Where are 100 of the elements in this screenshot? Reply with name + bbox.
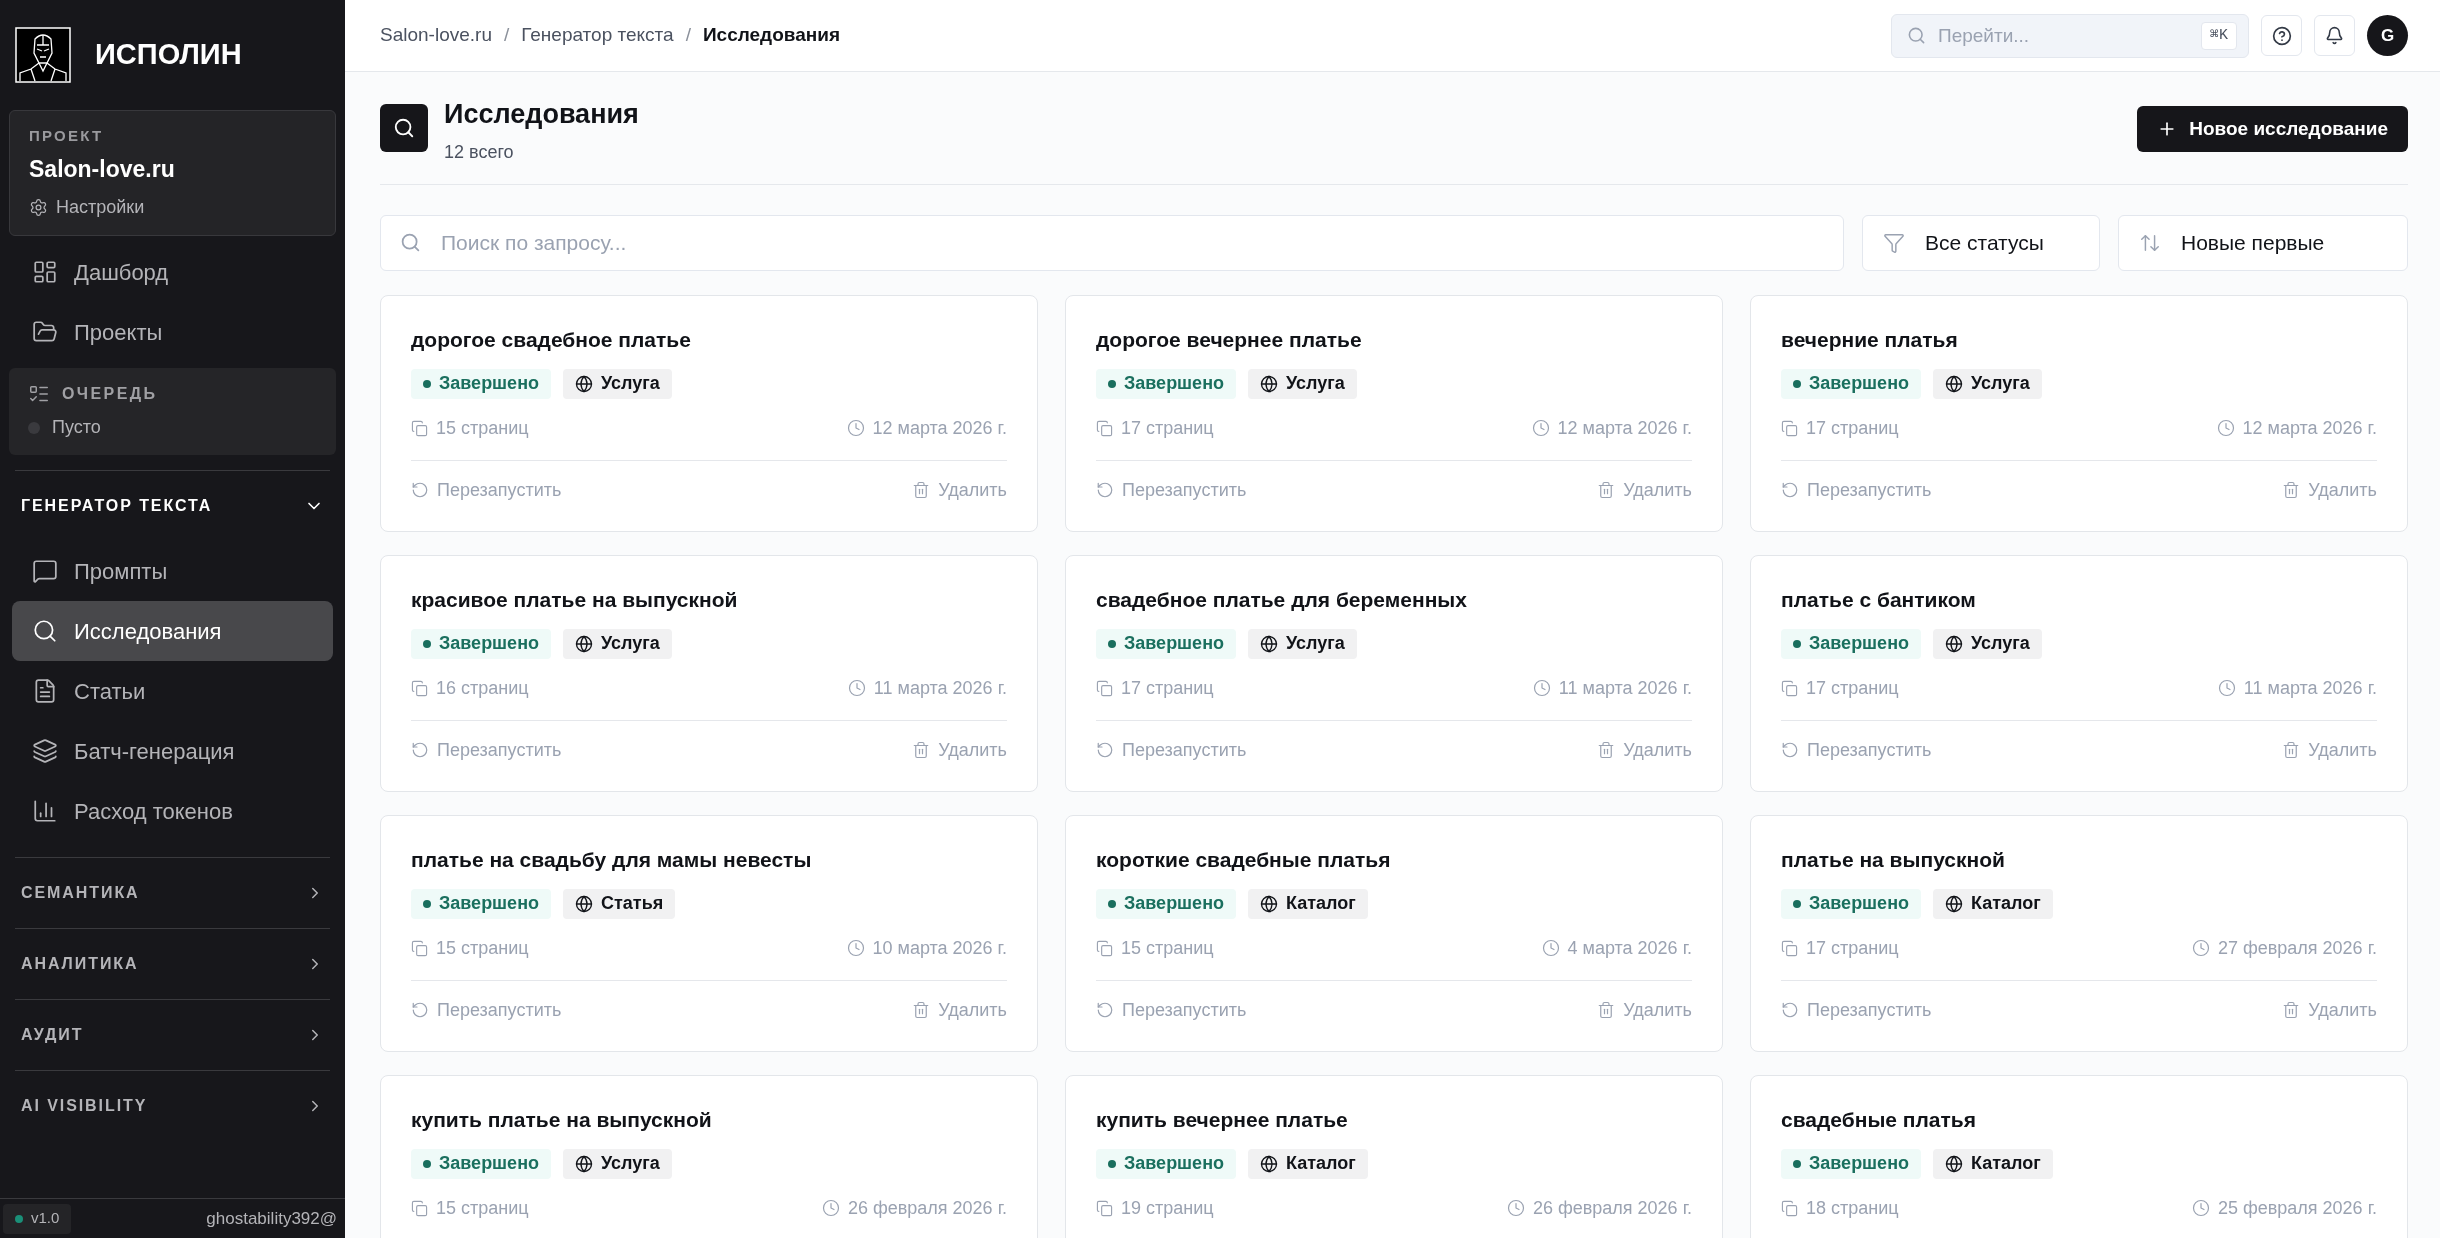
restart-icon	[1096, 1001, 1114, 1019]
pages-count: 17 страниц	[1781, 414, 1899, 442]
pages-icon	[411, 679, 428, 697]
status-badge: Завершено	[1781, 1148, 1921, 1179]
help-button[interactable]	[2261, 15, 2302, 56]
breadcrumb-link[interactable]: Исследования	[702, 21, 840, 50]
sidebar-nav-item[interactable]: Статьи	[12, 661, 333, 721]
sort-dropdown[interactable]: Новые первые	[2118, 214, 2408, 271]
clock-icon	[821, 1199, 840, 1217]
pages-count: 18 страниц	[1781, 1194, 1899, 1222]
restart-icon	[411, 481, 429, 499]
globe-icon	[575, 634, 593, 653]
pages-count: 15 страниц	[411, 1194, 529, 1222]
clock-icon	[1532, 679, 1551, 697]
project-name: Salon-love.ru	[29, 154, 176, 184]
project-card[interactable]: ПРОЕКТ Salon-love.ru Настройки	[9, 110, 336, 236]
settings-link[interactable]: Настройки	[29, 194, 316, 221]
status-badge: Завершено	[1096, 368, 1236, 399]
nav-icon	[32, 618, 58, 644]
card-date: 4 марта 2026 г.	[1541, 934, 1692, 962]
restart-icon	[1781, 1001, 1799, 1019]
sidebar-nav-item[interactable]: Проекты	[12, 302, 333, 362]
research-card[interactable]: купить вечернее платье Завершено Каталог 19 страниц 26 февраля 2026 г.	[1065, 1074, 1723, 1238]
type-badge: Каталог	[1933, 888, 2053, 919]
breadcrumb-separator: /	[685, 23, 691, 48]
type-badge: Каталог	[1248, 1148, 1368, 1179]
card-title: свадебные платья	[1781, 1106, 1977, 1133]
sidebar-nav-item[interactable]: Дашборд	[12, 242, 333, 302]
sidebar-nav-item[interactable]: Расход токенов	[12, 781, 333, 841]
globe-icon	[1945, 634, 1963, 653]
pages-icon	[1096, 679, 1113, 697]
version-badge: v1.0	[3, 1203, 72, 1234]
queue-label: ОЧЕРЕДЬ	[62, 384, 158, 404]
card-title: платье на свадьбу для мамы невесты	[411, 846, 813, 873]
pages-count: 15 страниц	[411, 934, 529, 962]
card-date: 26 февраля 2026 г.	[821, 1194, 1007, 1222]
card-title: красивое платье на выпускной	[411, 586, 739, 613]
nav-icon	[32, 558, 58, 584]
status-badge: Завершено	[411, 888, 551, 919]
sidebar-nav-item[interactable]: Батч-генерация	[12, 721, 333, 781]
sidebar-nav-item[interactable]: Исследования	[12, 601, 333, 661]
breadcrumb-link[interactable]: Salon-love.ru	[380, 21, 492, 50]
globe-icon	[1260, 634, 1278, 653]
globe-icon	[575, 1154, 593, 1173]
pages-count: 17 страниц	[1781, 674, 1899, 702]
clock-icon	[2216, 419, 2235, 437]
section-header[interactable]: ГЕНЕРАТОР ТЕКСТА	[0, 471, 345, 541]
section-header[interactable]: AI VISIBILITY	[15, 1071, 330, 1141]
section-header[interactable]: АУДИТ	[15, 1000, 330, 1070]
section-header[interactable]: СЕМАНТИКА	[15, 858, 330, 928]
queue-status: Пусто	[52, 416, 101, 439]
type-badge: Услуга	[563, 628, 672, 659]
status-badge: Завершено	[1781, 368, 1921, 399]
sidebar-nav-item[interactable]: Промпты	[12, 541, 333, 601]
pages-icon	[1781, 679, 1798, 697]
robot-logo-icon	[15, 27, 71, 83]
type-badge: Услуга	[563, 1148, 672, 1179]
help-icon	[2271, 25, 2292, 46]
pages-count: 15 страниц	[411, 414, 529, 442]
globe-icon	[1260, 894, 1278, 913]
card-date: 11 марта 2026 г.	[1532, 674, 1692, 702]
user-avatar[interactable]: G	[2367, 15, 2408, 56]
restart-icon	[1781, 741, 1799, 759]
item-count: 12 всего	[444, 140, 515, 164]
card-date: 27 февраля 2026 г.	[2191, 934, 2377, 962]
clock-icon	[2191, 939, 2210, 957]
query-search-field[interactable]: Поиск по запросу...	[380, 214, 1844, 271]
pages-icon	[411, 939, 428, 957]
card-title: вечерние платья	[1781, 326, 1959, 353]
card-date: 12 марта 2026 г.	[1531, 414, 1692, 442]
research-card[interactable]: свадебные платья Завершено Каталог 18 страниц 25 февраля 2026 г.	[1750, 1074, 2408, 1238]
trash-icon	[2282, 481, 2301, 499]
globe-icon	[1945, 894, 1963, 913]
card-title: платье с бантиком	[1781, 586, 1977, 613]
trash-icon	[2282, 741, 2301, 759]
status-badge: Завершено	[411, 368, 551, 399]
globe-icon	[575, 374, 593, 393]
project-label: ПРОЕКТ	[29, 126, 105, 146]
search-icon	[393, 117, 415, 139]
card-date: 11 марта 2026 г.	[847, 674, 1007, 702]
type-badge: Статья	[563, 888, 676, 919]
status-filter-dropdown[interactable]: Все статусы	[1862, 214, 2100, 271]
pages-icon	[1096, 1199, 1113, 1217]
restart-icon	[411, 741, 429, 759]
status-badge: Завершено	[1096, 888, 1236, 919]
status-badge: Завершено	[1096, 628, 1236, 659]
breadcrumb-link[interactable]: Генератор текста	[521, 21, 674, 50]
nav-icon	[32, 738, 58, 764]
research-card[interactable]: купить платье на выпускной Завершено Услуга 15 страниц 26 февраля 2026 г.	[380, 1074, 1038, 1238]
card-title: свадебное платье для беременных	[1096, 586, 1468, 613]
new-research-button[interactable]: Новое исследование	[2137, 106, 2408, 152]
search-icon	[400, 231, 421, 253]
section-header[interactable]: АНАЛИТИКА	[15, 929, 330, 999]
status-badge: Завершено	[1781, 888, 1921, 919]
pages-count: 17 страниц	[1781, 934, 1899, 962]
pages-icon	[1781, 419, 1798, 437]
type-badge: Услуга	[563, 368, 672, 399]
globe-icon	[1260, 374, 1278, 393]
notifications-button[interactable]	[2314, 15, 2355, 56]
clock-icon	[847, 679, 866, 697]
